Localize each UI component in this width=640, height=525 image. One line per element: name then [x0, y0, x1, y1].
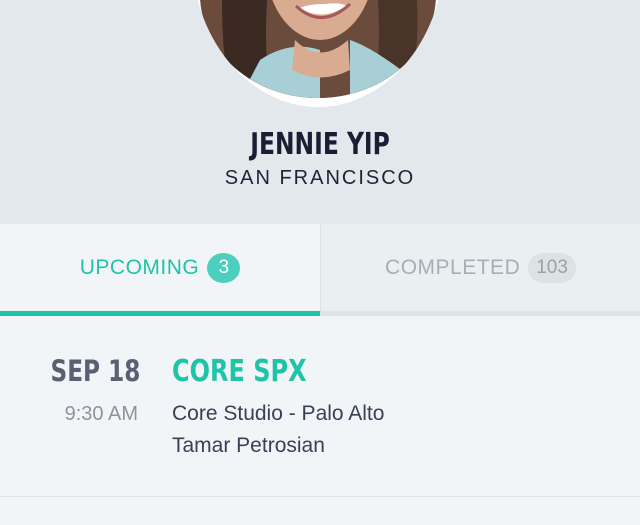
tab-upcoming[interactable]: UPCOMING 3	[0, 224, 320, 316]
class-list-item[interactable]: SEP 18 9:30 AM CORE SPX Core Studio - Pa…	[0, 316, 640, 497]
tab-bar: UPCOMING 3 COMPLETED 103	[0, 224, 640, 316]
avatar	[191, 0, 445, 107]
profile-city: SAN FRANCISCO	[224, 167, 416, 189]
class-time: 9:30 AM	[64, 403, 138, 425]
tab-completed[interactable]: COMPLETED 103	[320, 224, 640, 316]
class-date: SEP 18	[50, 354, 140, 388]
profile-name: JENNIE YIP	[250, 127, 390, 162]
tab-upcoming-label: UPCOMING	[79, 255, 200, 279]
profile-header: JENNIE YIP SAN FRANCISCO	[0, 0, 640, 224]
class-location: Core Studio - Palo Alto	[172, 402, 385, 425]
upcoming-count-badge: 3	[207, 252, 241, 283]
class-name: CORE SPX	[172, 354, 307, 389]
class-instructor: Tamar Petrosian	[172, 434, 325, 457]
tab-completed-label: COMPLETED	[385, 255, 521, 279]
avatar-photo	[200, 0, 436, 98]
completed-count-badge: 103	[528, 252, 576, 283]
